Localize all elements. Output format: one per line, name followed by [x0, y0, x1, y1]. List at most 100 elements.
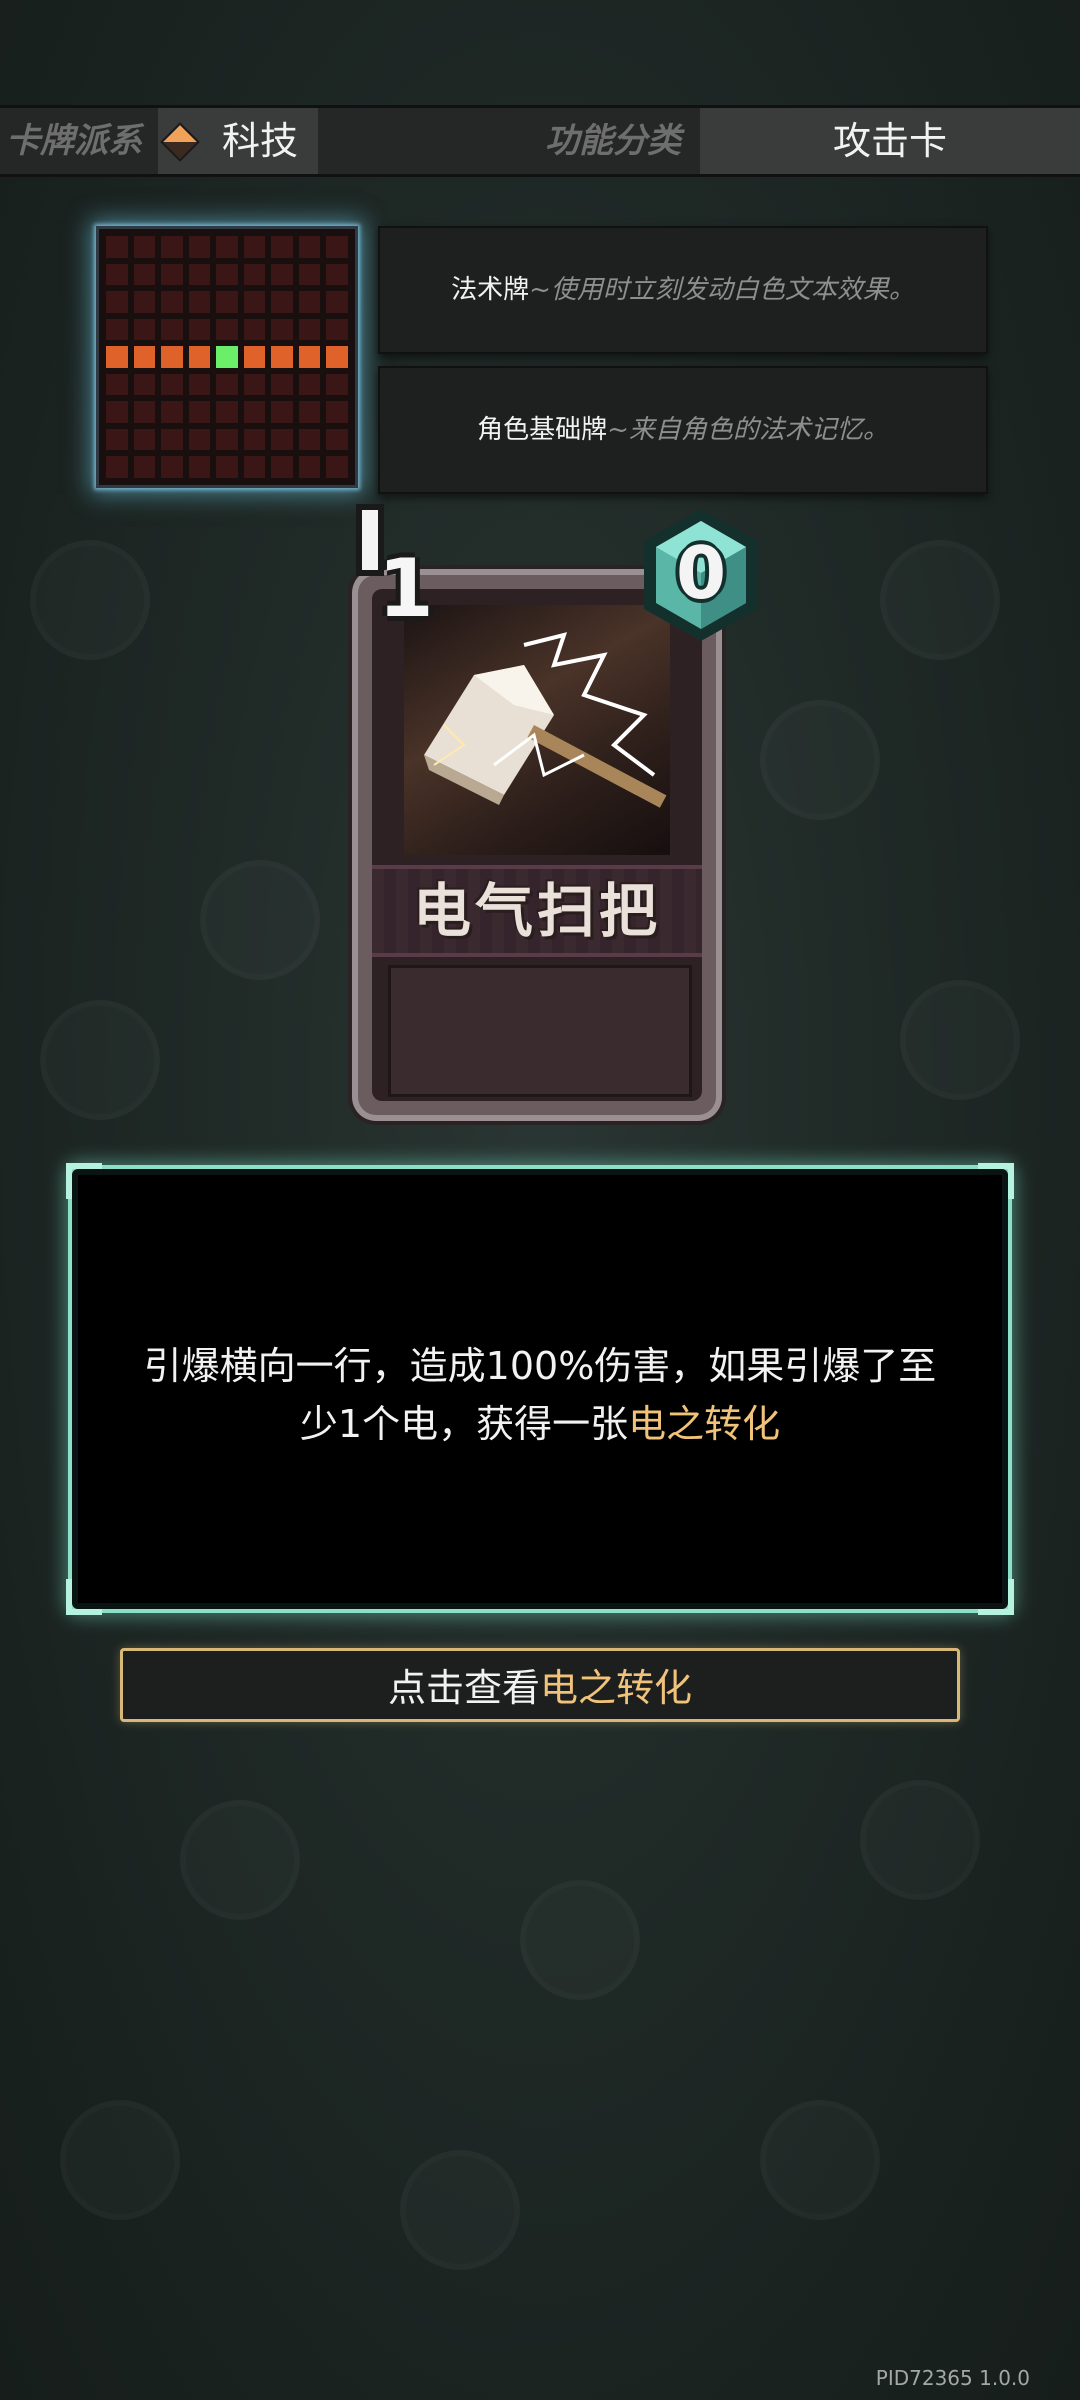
grid-cell [133, 428, 156, 451]
grid-cell [161, 456, 183, 478]
grid-cell [188, 401, 211, 423]
grid-cell [271, 291, 293, 313]
grid-cell [243, 428, 266, 451]
grid-cell [298, 318, 321, 341]
grid-cell [106, 291, 128, 313]
function-value[interactable]: 攻击卡 [700, 108, 1080, 174]
description-keyword: 电之转化 [628, 1402, 781, 1446]
grid-cell [216, 456, 238, 478]
attack-pattern-grid [96, 226, 358, 488]
grid-cell [216, 263, 238, 286]
grid-cell [106, 236, 128, 258]
grid-cell [216, 291, 238, 313]
grid-cell [188, 318, 211, 341]
card-description-panel: 引爆横向一行，造成100%伤害，如果引爆了至 少1个电，获得一张电之转化 [66, 1163, 1014, 1615]
grid-cell [216, 318, 238, 341]
grid-cell [188, 236, 211, 258]
grid-cell [243, 346, 266, 368]
grid-cell [161, 401, 183, 423]
grid-cell [133, 373, 156, 396]
grid-cell [271, 346, 293, 368]
grid-cell [326, 373, 348, 396]
grid-cell [216, 346, 238, 368]
card-name: 电气扫把 [412, 877, 661, 945]
description-line-2: 少1个电，获得一张 [299, 1402, 629, 1446]
grid-cell [188, 346, 211, 368]
card-left-value: 1 [378, 542, 434, 635]
grid-cell [133, 318, 156, 341]
grid-cell [326, 401, 348, 423]
grid-cell [298, 456, 321, 478]
card-art-broom-icon [404, 605, 670, 855]
deck-value[interactable]: 科技 [158, 108, 318, 174]
corner-ornament [66, 1163, 102, 1199]
card-cost-badge: 0 [636, 505, 766, 645]
grid-cell [243, 401, 266, 423]
grid-cell [161, 236, 183, 258]
grid-cell [271, 373, 293, 396]
info-desc: ~使用时立刻发动白色文本效果。 [529, 275, 915, 305]
grid-cell [298, 428, 321, 451]
grid-cell [326, 236, 348, 258]
grid-cell [298, 373, 321, 396]
grid-cell [161, 318, 183, 341]
grid-cell [243, 236, 266, 258]
grid-cell [161, 428, 183, 451]
card-description: 引爆横向一行，造成100%伤害，如果引爆了至 少1个电，获得一张电之转化 [122, 1337, 958, 1453]
grid-cell [243, 263, 266, 286]
grid-cell [133, 456, 156, 478]
grid-cell [106, 428, 128, 451]
grid-cell [326, 318, 348, 341]
grid-cell [133, 236, 156, 258]
grid-cell [133, 401, 156, 423]
view-button-prefix: 点击查看 [387, 1666, 540, 1710]
info-key: 法术牌 [451, 275, 530, 305]
grid-cell [298, 346, 321, 368]
function-label: 功能分类 [545, 121, 681, 161]
grid-cell [188, 291, 211, 313]
grid-cell [106, 401, 128, 423]
deck-label: 卡牌派系 [6, 121, 142, 161]
corner-ornament [978, 1163, 1014, 1199]
grid-cell [216, 373, 238, 396]
view-button-keyword: 电之转化 [540, 1666, 693, 1710]
grid-cell [106, 263, 128, 286]
grid-cell [161, 346, 183, 368]
deck-value-label: 科技 [222, 119, 299, 163]
tech-faction-icon [160, 122, 200, 162]
grid-cell [298, 236, 321, 258]
grid-cell [161, 291, 183, 313]
lightning-icon [362, 510, 378, 570]
grid-cell [243, 318, 266, 341]
grid-cell [216, 401, 238, 423]
view-linked-card-button[interactable]: 点击查看电之转化 [120, 1648, 960, 1722]
grid-cell [106, 373, 128, 396]
version-label: PID72365 1.0.0 [875, 2366, 1030, 2390]
grid-cell [188, 428, 211, 451]
grid-cell [106, 456, 128, 478]
grid-cell [161, 373, 183, 396]
grid-cell [271, 428, 293, 451]
grid-cell [298, 291, 321, 313]
grid-cell [271, 236, 293, 258]
grid-cell [271, 263, 293, 286]
grid-cell [326, 456, 348, 478]
card-title-band: 电气扫把 [372, 865, 702, 957]
grid-cell [106, 346, 128, 368]
grid-cell [326, 263, 348, 286]
grid-cell [271, 456, 293, 478]
grid-cell [106, 318, 128, 341]
card-cost-value: 0 [675, 531, 727, 615]
grid-cell [326, 291, 348, 313]
card-left-badge: 1 [320, 500, 440, 635]
grid-cell [188, 456, 211, 478]
card-preview[interactable]: 电气扫把 [358, 575, 716, 1115]
grid-cell [271, 401, 293, 423]
info-desc: ~来自角色的法术记忆。 [607, 415, 889, 445]
corner-ornament [978, 1579, 1014, 1615]
grid-cell [298, 263, 321, 286]
card-body [388, 965, 692, 1097]
description-line-1: 引爆横向一行，造成100%伤害，如果引爆了至 [143, 1344, 937, 1388]
info-row-basic: 角色基础牌~来自角色的法术记忆。 [378, 366, 988, 494]
grid-cell [161, 263, 183, 286]
